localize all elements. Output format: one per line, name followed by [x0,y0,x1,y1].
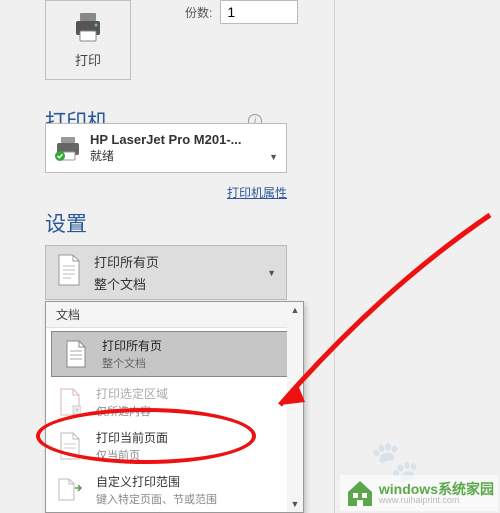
house-icon [344,478,376,508]
dropdown-item-subtitle: 键入特定页面、节或范围 [96,491,217,507]
page-scope-selector[interactable]: 打印所有页 整个文档 ▼ [45,245,287,300]
dropdown-item-all-pages[interactable]: 打印所有页 整个文档 [51,331,298,377]
print-panel: 打印 份数: [45,0,325,80]
watermark-brand: windows系统家园 [379,482,494,496]
chevron-down-icon: ▼ [269,152,278,162]
chevron-down-icon: ▼ [267,268,276,278]
printer-selector[interactable]: HP LaserJet Pro M201-... 就绪 ▼ [45,123,287,173]
print-button-label: 打印 [75,50,101,69]
printer-properties-link[interactable]: 打印机属性 [227,186,287,200]
dropdown-scrollbar[interactable]: ▲ ▼ [287,302,303,512]
dropdown-item-text: 打印当前页面 仅当前页 [96,429,168,463]
dropdown-item-title: 打印当前页面 [96,429,168,446]
copies-label: 份数: [185,4,212,21]
printer-device-icon [54,134,82,162]
copies-row: 份数: [185,0,298,24]
scroll-up-icon[interactable]: ▲ [287,302,303,318]
printer-text-block: HP LaserJet Pro M201-... 就绪 [90,132,242,164]
panel-divider [334,0,335,513]
copies-input[interactable] [220,0,298,24]
document-selection-icon [56,386,84,418]
scroll-down-icon[interactable]: ▼ [287,496,303,512]
page-scope-title: 打印所有页 [94,252,159,271]
page-scope-subtitle: 整个文档 [94,274,159,293]
dropdown-item-title: 自定义打印范围 [96,473,217,490]
watermark-text: windows系统家园 www.ruihaiprint.com [379,482,494,505]
document-icon [56,253,82,292]
page-scope-text: 打印所有页 整个文档 [94,252,159,293]
watermark-sub: www.ruihaiprint.com [379,496,494,505]
document-icon [62,338,90,370]
settings-section-header: 设置 [45,208,87,238]
page-scope-dropdown: 文档 打印所有页 整个文档 打印选定 [45,301,304,513]
printer-properties-link-row: 打印机属性 [45,184,287,201]
dropdown-item-title: 打印选定区域 [96,385,168,402]
printer-name: HP LaserJet Pro M201-... [90,132,242,147]
dropdown-item-current-page[interactable]: 打印当前页面 仅当前页 [46,424,303,468]
printer-icon [70,11,106,46]
dropdown-item-subtitle: 仅当前页 [96,447,168,463]
watermark-logo: windows系统家园 www.ruihaiprint.com [340,475,498,511]
dropdown-item-subtitle: 整个文档 [102,355,162,371]
dropdown-item-title: 打印所有页 [102,337,162,354]
dropdown-item-text: 打印所有页 整个文档 [102,337,162,371]
dropdown-item-selection[interactable]: 打印选定区域 仅所选内容 [46,380,303,424]
dropdown-item-subtitle: 仅所选内容 [96,403,168,419]
document-single-icon [56,430,84,462]
dropdown-item-custom-range[interactable]: 自定义打印范围 键入特定页面、节或范围 [46,468,303,512]
dropdown-item-text: 打印选定区域 仅所选内容 [96,385,168,419]
print-button[interactable]: 打印 [45,0,131,80]
dropdown-group-header: 文档 [46,302,303,328]
document-range-icon [56,474,84,506]
printer-status: 就绪 [90,147,242,164]
dropdown-item-text: 自定义打印范围 键入特定页面、节或范围 [96,473,217,507]
